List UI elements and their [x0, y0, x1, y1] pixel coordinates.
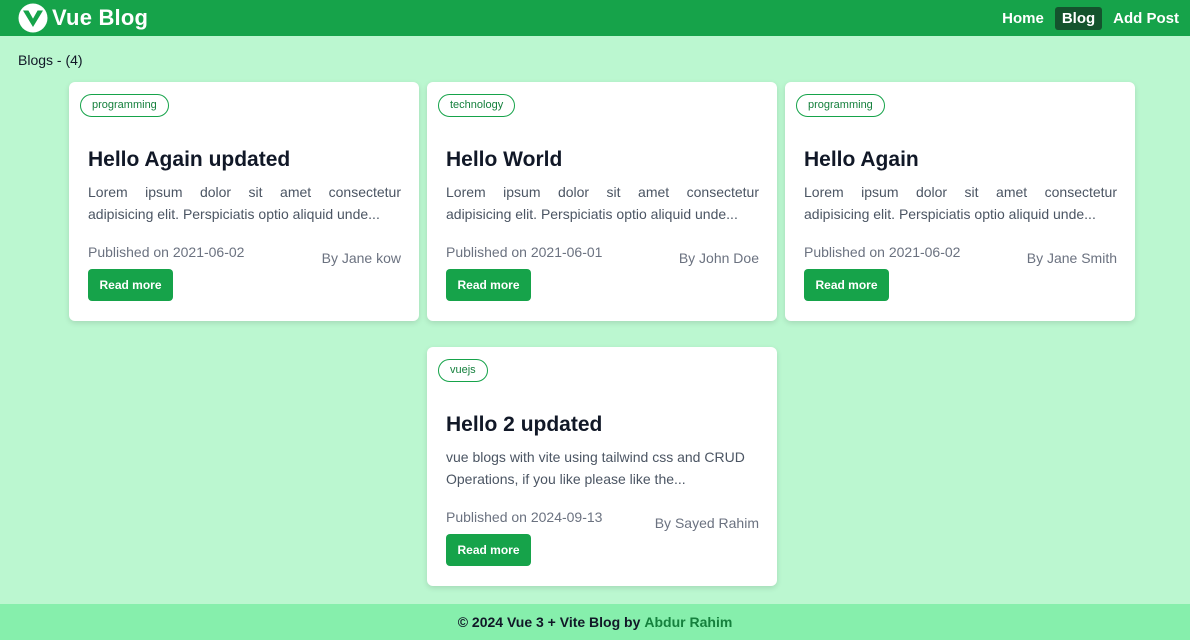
- post-title: Hello World: [446, 148, 563, 171]
- blog-card: technology Hello World Lorem ipsum dolor…: [427, 82, 777, 321]
- post-title: Hello Again: [804, 148, 919, 171]
- read-more-button[interactable]: Read more: [446, 534, 531, 566]
- category-tag[interactable]: programming: [80, 94, 169, 117]
- blog-card: programming Hello Again updated Lorem ip…: [69, 82, 419, 321]
- post-excerpt: vue blogs with vite using tailwind css a…: [446, 449, 745, 487]
- read-more-button[interactable]: Read more: [88, 269, 173, 301]
- nav-link-add-post[interactable]: Add Post: [1106, 7, 1186, 30]
- brand[interactable]: Vue Blog: [18, 3, 148, 33]
- nav-link-home[interactable]: Home: [995, 7, 1051, 30]
- published-date: Published on 2021-06-02: [88, 244, 245, 260]
- blogs-count: Blogs - (4): [18, 52, 83, 68]
- blog-card: programming Hello Again Lorem ipsum dolo…: [785, 82, 1135, 321]
- published-date: Published on 2021-06-02: [804, 244, 961, 260]
- post-title: Hello 2 updated: [446, 413, 603, 436]
- nav-links: Home Blog Add Post: [995, 6, 1186, 30]
- vue-logo-icon: [18, 3, 48, 33]
- post-author: By Jane kow: [321, 250, 401, 266]
- read-more-button[interactable]: Read more: [446, 269, 531, 301]
- post-excerpt: Lorem ipsum dolor sit amet consectetur a…: [88, 184, 401, 222]
- published-date: Published on 2021-06-01: [446, 244, 603, 260]
- published-date: Published on 2024-09-13: [446, 509, 603, 525]
- navbar: Vue Blog Home Blog Add Post: [0, 0, 1190, 36]
- nav-link-blog[interactable]: Blog: [1054, 6, 1103, 30]
- footer-author-link[interactable]: Abdur Rahim: [644, 614, 732, 630]
- category-tag[interactable]: programming: [796, 94, 885, 117]
- post-author: By Sayed Rahim: [654, 515, 759, 531]
- footer-text: © 2024 Vue 3 + Vite Blog by: [457, 614, 641, 630]
- post-excerpt: Lorem ipsum dolor sit amet consectetur a…: [804, 184, 1117, 222]
- blog-card: vuejs Hello 2 updated vue blogs with vit…: [427, 347, 777, 586]
- footer: © 2024 Vue 3 + Vite Blog by Abdur Rahim: [0, 604, 1190, 640]
- category-tag[interactable]: vuejs: [438, 359, 488, 382]
- category-tag[interactable]: technology: [438, 94, 516, 117]
- post-excerpt: Lorem ipsum dolor sit amet consectetur a…: [446, 184, 759, 222]
- post-author: By John Doe: [678, 250, 759, 266]
- post-author: By Jane Smith: [1026, 250, 1117, 266]
- post-title: Hello Again updated: [88, 148, 291, 171]
- brand-title: Vue Blog: [52, 5, 149, 30]
- read-more-button[interactable]: Read more: [804, 269, 889, 301]
